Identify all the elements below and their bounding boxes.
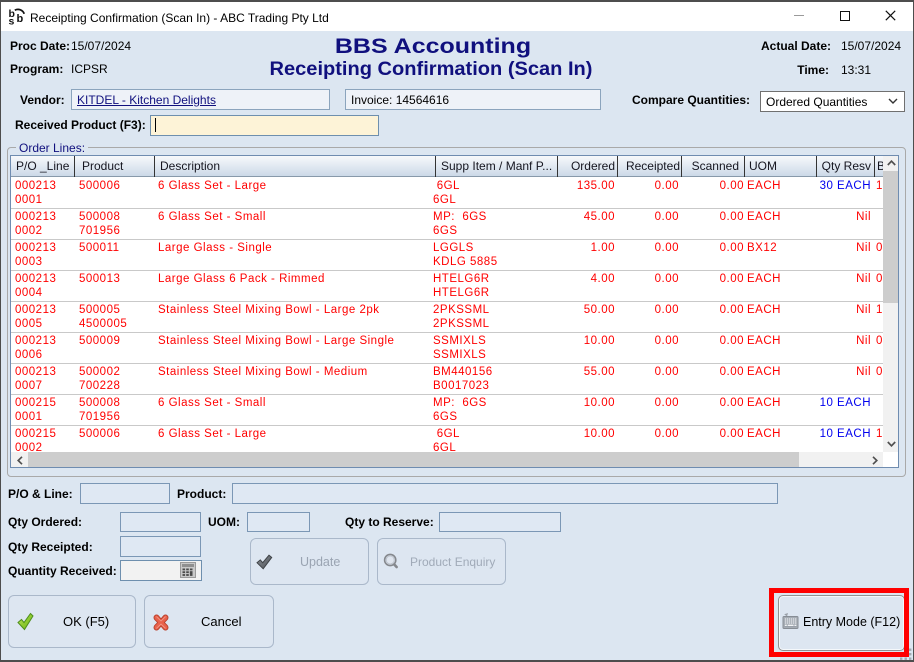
svg-text:b: b [17,13,24,25]
svg-text:s: s [9,16,15,28]
